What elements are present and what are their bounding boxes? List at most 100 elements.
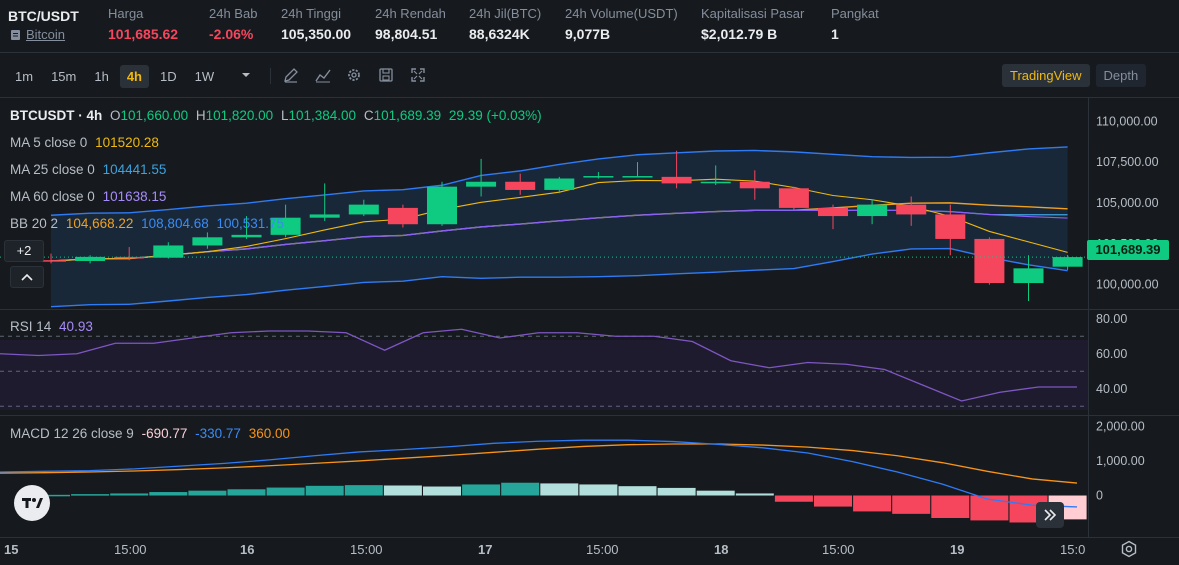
ma5-legend[interactable]: MA 5 close 0 101520.28 — [10, 135, 159, 150]
asset-link[interactable]: Bitcoin — [10, 27, 65, 42]
candle-body — [505, 181, 536, 190]
macd-histogram-bar — [892, 495, 931, 514]
time-axis-label: 15 — [4, 542, 19, 557]
save-icon[interactable] — [378, 67, 394, 88]
rsi-axis-label: 80.00 — [1096, 312, 1127, 326]
ma5-value: 101520.28 — [95, 135, 159, 150]
macd-histogram-bar — [931, 495, 970, 518]
chart-canvas[interactable]: 110,000.00107,500.00105,000.00102,500.00… — [0, 97, 1179, 565]
ma60-legend[interactable]: MA 60 close 0 101638.15 — [10, 189, 166, 204]
timeframe-1W[interactable]: 1W — [188, 65, 222, 88]
fullscreen-icon[interactable] — [410, 67, 426, 88]
ma5-label: MA 5 close 0 — [10, 135, 88, 150]
candle-body — [466, 181, 497, 187]
symbol-title[interactable]: BTC/USDT — [8, 8, 79, 24]
change-value: 29.39 (+0.03%) — [448, 108, 542, 123]
stat-value: 105,350.00 — [281, 26, 352, 42]
double-chevron-right-icon — [1044, 509, 1057, 521]
rsi-band — [0, 340, 1088, 410]
candle-body — [583, 176, 614, 178]
stat-label: 24h Jil(BTC) — [469, 6, 542, 21]
candle-body — [622, 176, 653, 178]
stat-value: 98,804.51 — [375, 26, 438, 42]
more-indicators-badge[interactable]: +2 — [4, 240, 44, 262]
bb-mid-value: 104,668.22 — [65, 216, 134, 231]
timeframe-1m[interactable]: 1m — [8, 65, 40, 88]
time-axis: 15 15:00 16 15:00 17 15:00 18 15:00 19 15:0 — [0, 539, 1090, 563]
chart-area[interactable]: 110,000.00107,500.00105,000.00102,500.00… — [0, 97, 1179, 565]
macd-histogram-bar — [227, 489, 266, 496]
time-axis-label: 15:00 — [114, 542, 147, 557]
draw-icon[interactable] — [283, 67, 299, 88]
candle-body — [818, 207, 848, 217]
candle-body — [935, 214, 966, 239]
stat-label: 24h Volume(USDT) — [565, 6, 678, 21]
macd-histogram-bar — [814, 495, 852, 507]
close-label: C — [363, 108, 374, 123]
chart-symbol: BTCUSDT · 4h — [10, 108, 103, 123]
ma25-value: 104441.55 — [102, 162, 167, 177]
indicator-icon[interactable] — [315, 67, 331, 88]
macd-histogram-bar — [853, 495, 892, 512]
time-axis-label: 18 — [714, 542, 729, 557]
candle-body — [896, 204, 927, 215]
collapse-legend-button[interactable] — [10, 266, 44, 288]
time-axis-label: 15:0 — [1060, 542, 1086, 557]
toolbar-divider — [270, 68, 271, 84]
macd-label: MACD 12 26 close 9 — [10, 426, 134, 441]
stat-value: $2,012.79 B — [701, 26, 778, 42]
chevron-down-icon[interactable] — [240, 68, 252, 86]
ma25-legend[interactable]: MA 25 close 0 104441.55 — [10, 162, 166, 177]
settings-icon[interactable] — [346, 67, 362, 88]
timeframe-1h[interactable]: 1h — [87, 65, 115, 88]
ma25-label: MA 25 close 0 — [10, 162, 95, 177]
time-axis-label: 15:00 — [350, 542, 383, 557]
candle-body — [857, 204, 888, 217]
time-axis-label: 15:00 — [822, 542, 855, 557]
macd-histogram-bar — [735, 493, 774, 496]
macd-signal-value: 360.00 — [248, 426, 290, 441]
stat-label: Harga — [108, 6, 144, 21]
timeframe-4h[interactable]: 4h — [119, 65, 149, 88]
macd-histogram-bar — [305, 485, 344, 496]
low-value: 101,384.00 — [288, 108, 357, 123]
scroll-to-latest-button[interactable] — [1036, 502, 1064, 528]
price-axis-label: 107,500.00 — [1096, 155, 1159, 169]
macd-hist-value: -690.77 — [141, 426, 188, 441]
stat-value: 9,077B — [565, 26, 611, 42]
macd-histogram-bar — [188, 490, 227, 496]
stat-value: 101,685.62 — [108, 26, 179, 42]
tab-depth[interactable]: Depth — [1095, 64, 1147, 87]
candle-body — [661, 176, 692, 184]
bb-low-value: 100,531.75 — [216, 216, 285, 231]
timeframe-1D[interactable]: 1D — [153, 65, 184, 88]
time-axis-label: 17 — [478, 542, 493, 557]
macd-histogram-bar — [383, 485, 422, 496]
high-value: 101,820.00 — [205, 108, 274, 123]
macd-histogram-bar — [423, 486, 461, 496]
macd-histogram-bar — [579, 484, 618, 496]
tab-tradingview[interactable]: TradingView — [1002, 64, 1090, 87]
tradingview-logo-icon[interactable] — [14, 485, 50, 521]
macd-histogram-bar — [344, 485, 383, 496]
candle-body — [309, 214, 340, 218]
macd-histogram-bar — [501, 482, 540, 496]
candle-body — [739, 181, 770, 189]
bb-legend[interactable]: BB 20 2 104,668.22 108,804.68 100,531.75 — [10, 216, 284, 231]
macd-histogram-bar — [462, 484, 501, 496]
macd-legend[interactable]: MACD 12 26 close 9 -690.77 -330.77 360.0… — [10, 426, 290, 441]
candle-body — [387, 207, 418, 225]
candle-body — [231, 234, 262, 238]
price-axis-label: 100,000.00 — [1096, 278, 1159, 292]
bb-up-value: 108,804.68 — [141, 216, 209, 231]
rsi-legend[interactable]: RSI 14 40.93 — [10, 319, 93, 334]
time-axis-label: 15:00 — [586, 542, 619, 557]
timeframe-15m[interactable]: 15m — [44, 65, 83, 88]
chevron-up-icon — [21, 273, 33, 281]
price-axis-label: 105,000.00 — [1096, 196, 1159, 210]
macd-line-value: -330.77 — [195, 426, 241, 441]
macd-axis-label: 1,000.00 — [1096, 454, 1145, 468]
macd-histogram-bar — [657, 487, 696, 496]
axis-settings-icon[interactable] — [1120, 540, 1138, 563]
candle-body — [348, 204, 379, 215]
